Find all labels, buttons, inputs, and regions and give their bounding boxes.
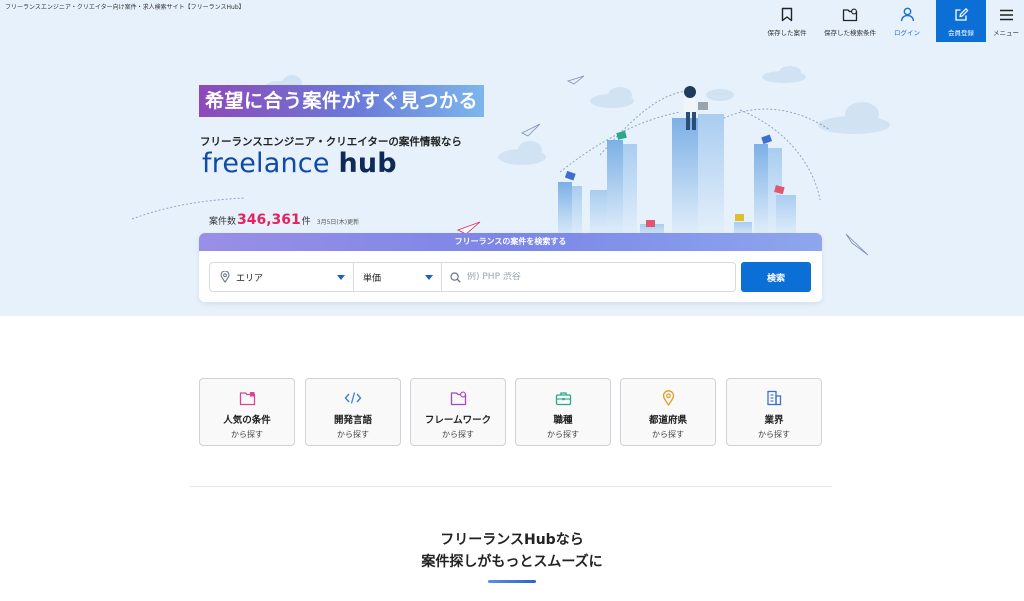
job-count: 案件数 346,361 件 3月5日(木)更新 <box>209 212 359 228</box>
area-select[interactable]: エリア <box>210 263 354 291</box>
hero-section: フリーランスエンジニア・クリエイター向け案件・求人検索サイト【フリーランスHub… <box>0 0 1024 316</box>
nav-saved-searches-label: 保存した検索条件 <box>824 28 876 37</box>
lead-underline <box>488 580 536 583</box>
search-panel: フリーランスの案件を検索する エリア 単価 例) PHP 渋谷 検索 <box>199 233 822 302</box>
user-icon <box>900 7 914 22</box>
edit-icon <box>954 8 968 21</box>
section-divider <box>190 486 832 487</box>
lead-heading-line2: 案件探しがもっとスムーズに <box>421 554 603 570</box>
logo-word-hub: hub <box>338 148 397 179</box>
nav-signup[interactable]: 会員登録 <box>936 0 986 42</box>
category-subtitle: から探す <box>547 430 579 439</box>
keyword-field[interactable] <box>442 263 735 291</box>
chevron-down-icon <box>425 275 433 280</box>
chevron-down-icon <box>337 275 345 280</box>
category-card-job-type[interactable]: 職種 から探す <box>515 378 611 446</box>
category-title: 業界 <box>764 415 784 426</box>
nav-login[interactable]: ログイン <box>886 0 928 42</box>
category-title: 人気の条件 <box>223 415 271 426</box>
search-icon <box>450 271 461 283</box>
logo-word-freelance: freelance <box>202 148 330 179</box>
star-folder-icon <box>239 391 255 405</box>
category-card-prefecture[interactable]: 都道府県 から探す <box>620 378 716 446</box>
category-title: 都道府県 <box>648 415 687 426</box>
bookmark-icon <box>781 7 793 22</box>
category-subtitle: から探す <box>442 430 474 439</box>
category-subtitle: から探す <box>758 430 790 439</box>
nav-saved-jobs-label: 保存した案件 <box>767 28 807 37</box>
map-pin-icon <box>220 271 230 283</box>
site-logo[interactable]: freelance hub <box>202 148 397 179</box>
job-count-prefix: 案件数 <box>209 217 237 227</box>
hamburger-icon <box>999 9 1013 20</box>
area-select-label: エリア <box>236 273 264 284</box>
code-icon <box>344 392 362 404</box>
category-card-popular[interactable]: 人気の条件 から探す <box>199 378 295 446</box>
job-count-value: 346,361 <box>237 212 301 228</box>
price-select[interactable]: 単価 <box>354 263 442 291</box>
hero-catchcopy: 希望に合う案件がすぐ見つかる <box>199 85 485 117</box>
category-title: 開発言語 <box>333 415 372 426</box>
updated-date: 3月5日(木)更新 <box>316 219 360 226</box>
framework-folder-icon <box>450 391 466 405</box>
search-button[interactable]: 検索 <box>741 262 811 292</box>
price-select-label: 単価 <box>363 273 382 284</box>
category-title: 職種 <box>553 415 573 426</box>
nav-saved-jobs[interactable]: 保存した案件 <box>760 0 814 42</box>
map-pin-icon <box>662 390 674 406</box>
folder-plus-icon <box>842 8 858 21</box>
nav-menu[interactable]: メニュー <box>988 0 1024 42</box>
hero-subcopy: フリーランスエンジニア・クリエイターの案件情報なら <box>200 136 462 148</box>
building-icon <box>767 390 782 406</box>
category-subtitle: から探す <box>652 430 684 439</box>
briefcase-icon <box>555 391 571 405</box>
category-card-language[interactable]: 開発言語 から探す <box>305 378 401 446</box>
nav-signup-label: 会員登録 <box>948 28 974 37</box>
nav-login-label: ログイン <box>894 28 920 37</box>
search-panel-title: フリーランスの案件を検索する <box>199 233 822 251</box>
search-row: エリア 単価 <box>209 262 736 292</box>
category-subtitle: から探す <box>337 430 369 439</box>
category-card-industry[interactable]: 業界 から探す <box>726 378 822 446</box>
job-count-suffix: 件 <box>301 217 311 227</box>
category-subtitle: から探す <box>231 430 263 439</box>
nav-saved-searches[interactable]: 保存した検索条件 <box>818 0 882 42</box>
category-title: フレームワーク <box>424 415 492 426</box>
lead-heading-line1: フリーランスHubなら <box>440 532 584 548</box>
keyword-input[interactable] <box>467 272 717 282</box>
category-card-framework[interactable]: フレームワーク から探す <box>410 378 506 446</box>
nav-menu-label: メニュー <box>993 28 1019 37</box>
